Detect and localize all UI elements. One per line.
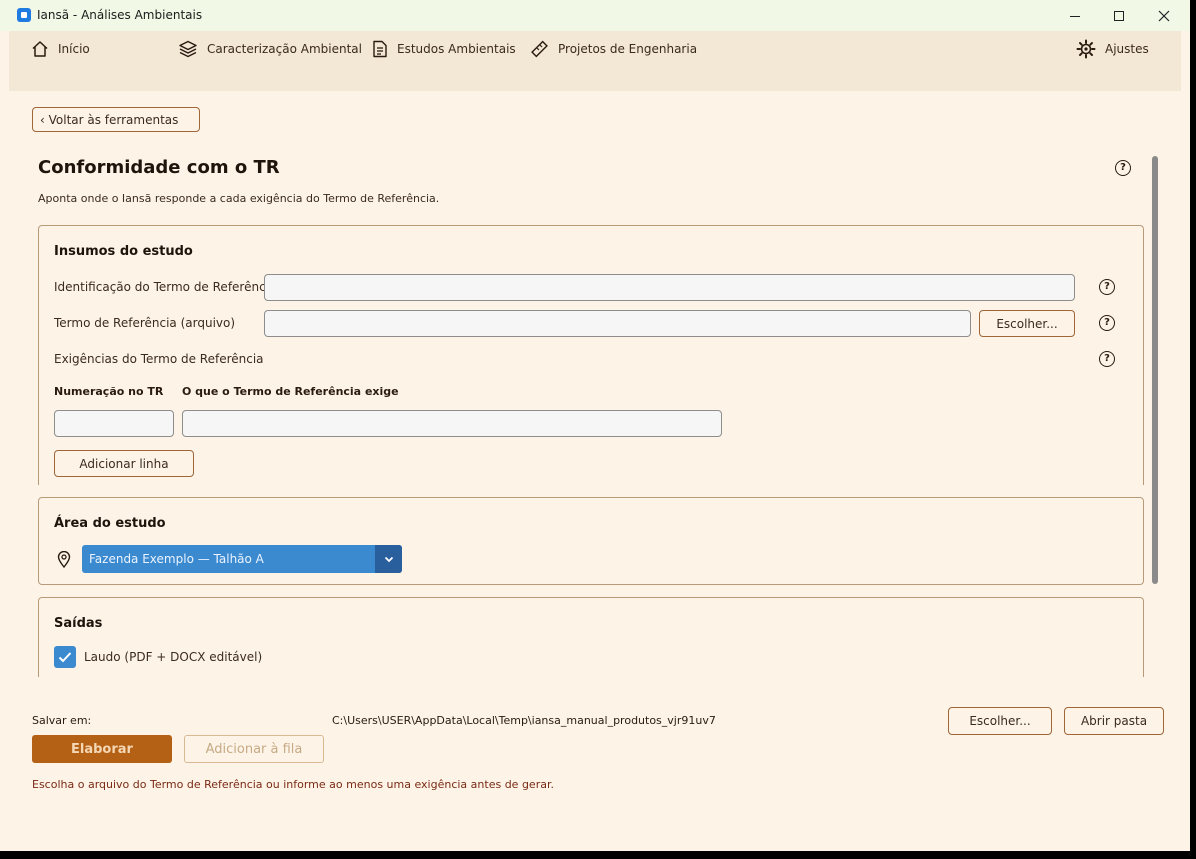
nav-label-inicio: Início	[58, 42, 90, 56]
choose-file-button[interactable]: Escolher...	[979, 310, 1075, 337]
main-content: ‹ Voltar às ferramentas Conformidade com…	[9, 91, 1181, 851]
maximize-button[interactable]	[1096, 0, 1142, 31]
nav-item-projetos[interactable]: Projetos de Engenharia	[530, 31, 697, 67]
save-location-label: Salvar em:	[32, 714, 92, 727]
tr-file-input[interactable]	[264, 310, 971, 337]
tr-file-label: Termo de Referência (arquivo)	[54, 316, 236, 330]
document-icon	[373, 40, 387, 58]
scrollbar[interactable]	[1152, 156, 1158, 584]
top-nav: Início Caracterização Ambiental Estudos …	[9, 31, 1181, 91]
tr-id-label: Identificação do Termo de Referência	[54, 280, 277, 294]
page-title: Conformidade com o TR	[38, 157, 280, 178]
title-bar: Iansã - Análises Ambientais	[0, 0, 1190, 31]
tr-file-help-icon[interactable]: ?	[1099, 315, 1115, 331]
tr-id-help-icon[interactable]: ?	[1099, 279, 1115, 295]
open-folder-button[interactable]: Abrir pasta	[1064, 707, 1164, 735]
nav-item-caracterizacao[interactable]: Caracterização Ambiental	[178, 31, 362, 67]
location-pin-icon	[57, 551, 71, 568]
save-path: C:\Users\USER\AppData\Local\Temp\iansa_m…	[332, 714, 716, 727]
minimize-button[interactable]	[1052, 0, 1098, 31]
minimize-icon	[1070, 15, 1080, 17]
requirements-help-icon[interactable]: ?	[1099, 351, 1115, 367]
outputs-card-title: Saídas	[54, 616, 103, 631]
study-area-selected: Fazenda Exemplo — Talhão A	[89, 552, 264, 566]
app-icon	[17, 8, 31, 22]
study-area-select[interactable]: Fazenda Exemplo — Talhão A	[82, 545, 402, 573]
nav-item-ajustes[interactable]: Ajustes	[1076, 31, 1149, 67]
column-header-numeracao: Numeração no TR	[54, 385, 164, 398]
back-button[interactable]: ‹ Voltar às ferramentas	[32, 107, 200, 132]
inputs-card: Insumos do estudo Identificação do Termo…	[38, 225, 1144, 485]
nav-label-caracterizacao: Caracterização Ambiental	[207, 42, 362, 56]
checkmark-icon	[58, 652, 72, 663]
area-card-title: Área do estudo	[54, 516, 166, 531]
home-icon	[32, 41, 48, 57]
tr-id-input[interactable]	[264, 274, 1075, 301]
ruler-icon	[531, 40, 548, 57]
maximize-icon	[1114, 10, 1124, 21]
validation-message: Escolha o arquivo do Termo de Referência…	[32, 778, 554, 791]
nav-label-projetos: Projetos de Engenharia	[558, 42, 698, 56]
generate-button[interactable]: Elaborar	[32, 735, 172, 763]
help-icon[interactable]: ?	[1115, 160, 1131, 176]
column-header-exigencia: O que o Termo de Referência exige	[182, 385, 399, 398]
choose-folder-button[interactable]: Escolher...	[948, 707, 1052, 735]
report-checkbox[interactable]	[54, 646, 76, 668]
nav-label-ajustes: Ajustes	[1105, 42, 1149, 56]
nav-item-inicio[interactable]: Início	[31, 31, 90, 67]
inputs-card-title: Insumos do estudo	[54, 244, 193, 259]
page-description: Aponta onde o Iansã responde a cada exig…	[38, 192, 440, 205]
app-window: Iansã - Análises Ambientais Início Carac…	[0, 0, 1190, 851]
tr-requirement-input[interactable]	[182, 410, 722, 437]
add-row-button[interactable]: Adicionar linha	[54, 450, 194, 477]
nav-label-estudos: Estudos Ambientais	[397, 42, 516, 56]
close-icon	[1158, 10, 1170, 21]
gear-icon	[1076, 39, 1096, 59]
tr-number-input[interactable]	[54, 410, 174, 437]
close-button[interactable]	[1141, 0, 1187, 31]
requirements-label: Exigências do Termo de Referência	[54, 352, 264, 366]
nav-item-estudos[interactable]: Estudos Ambientais	[372, 31, 516, 67]
chevron-down-icon[interactable]	[375, 545, 402, 573]
outputs-card: Saídas Laudo (PDF + DOCX editável)	[38, 597, 1144, 677]
add-to-queue-button[interactable]: Adicionar à fila	[184, 735, 324, 763]
window-title: Iansã - Análises Ambientais	[37, 8, 203, 22]
area-card: Área do estudo Fazenda Exemplo — Talhão …	[38, 497, 1144, 585]
layers-icon	[179, 40, 197, 58]
report-checkbox-label[interactable]: Laudo (PDF + DOCX editável)	[84, 650, 262, 664]
